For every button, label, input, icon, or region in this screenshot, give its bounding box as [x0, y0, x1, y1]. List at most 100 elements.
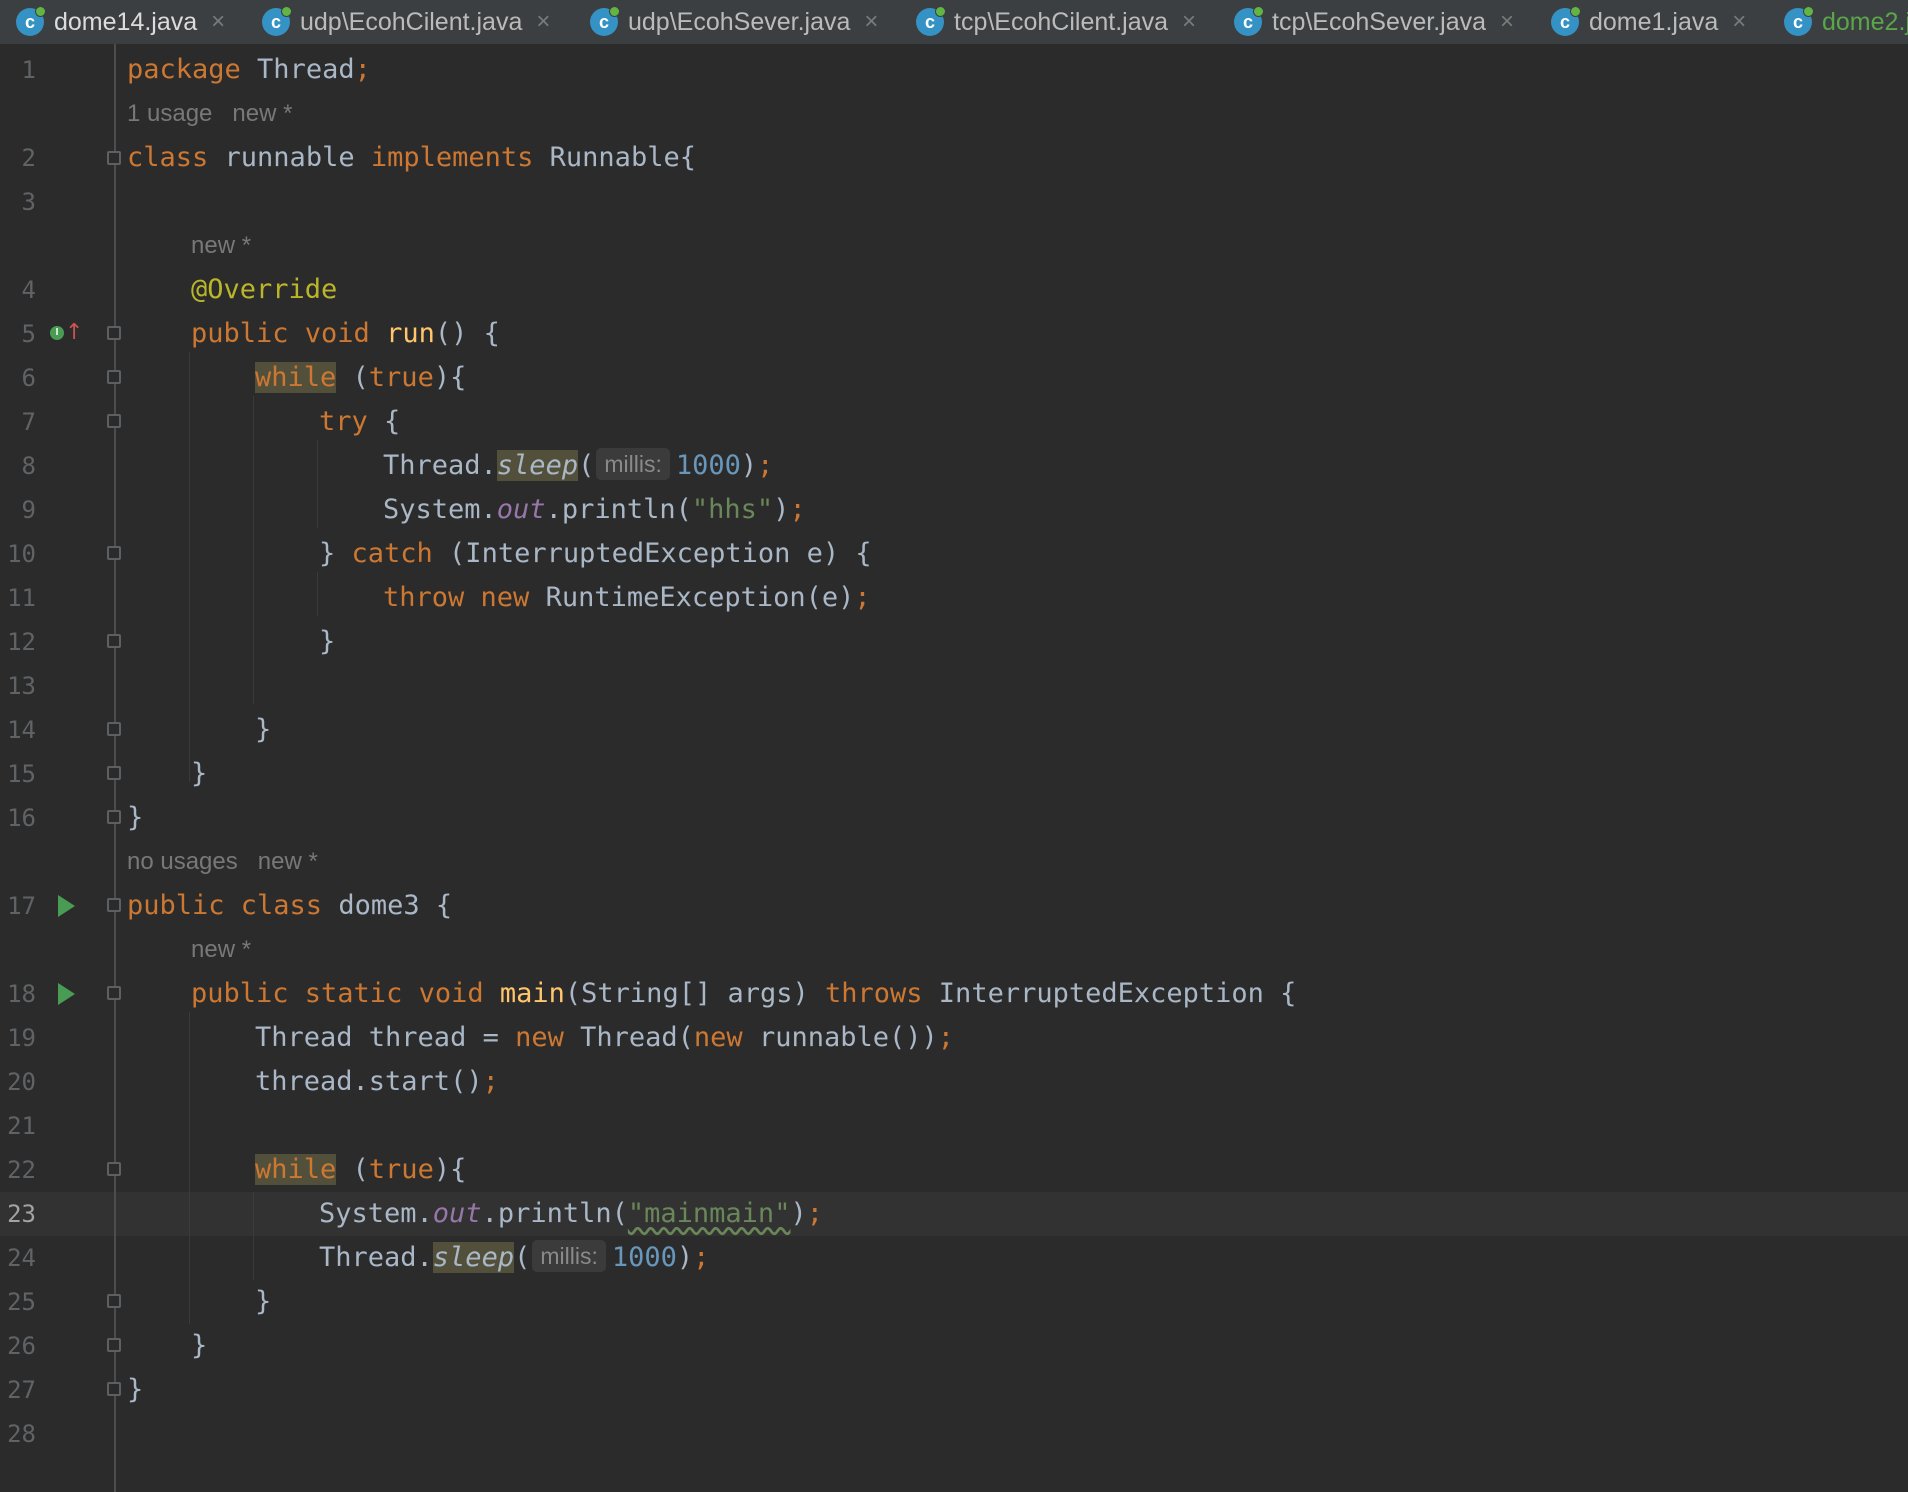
code-line[interactable]: 17 public class dome3 {: [0, 884, 1908, 928]
code-line[interactable]: 12 }: [0, 620, 1908, 664]
tab-label: udp\EcohSever.java: [628, 7, 851, 36]
usage-hint[interactable]: no usages new *: [127, 840, 318, 884]
code-line[interactable]: 8 Thread.sleep(millis: 1000);: [0, 444, 1908, 488]
code-text: public static void main(String[] args) t…: [191, 978, 1297, 1009]
close-icon[interactable]: ×: [864, 8, 878, 36]
author-hint[interactable]: new *: [191, 224, 251, 268]
code-line[interactable]: 16 }: [0, 796, 1908, 840]
code-line[interactable]: 1 package Thread;: [0, 48, 1908, 92]
line-number: 16: [7, 804, 36, 832]
line-number: 14: [7, 716, 36, 744]
tab-tcp-ecohcilent[interactable]: c tcp\EcohCilent.java ×: [916, 0, 1196, 44]
tab-udp-ecohsever[interactable]: c udp\EcohSever.java ×: [590, 0, 878, 44]
java-class-icon: c: [1784, 6, 1814, 36]
code-text: throw new RuntimeException(e);: [383, 582, 871, 613]
code-line[interactable]: 21: [0, 1104, 1908, 1148]
code-text: } catch (InterruptedException e) {: [319, 538, 872, 569]
line-number: 17: [7, 892, 36, 920]
close-icon[interactable]: ×: [1732, 8, 1746, 36]
line-number: 28: [7, 1420, 36, 1448]
line-number: 9: [21, 496, 36, 524]
code-line-current[interactable]: 23 System.out.println("mainmain");: [0, 1192, 1908, 1236]
code-line[interactable]: 26 }: [0, 1324, 1908, 1368]
inlay-hint-line: no usages new *: [0, 840, 1908, 884]
code-text: }: [127, 1374, 144, 1405]
code-line[interactable]: 2 class runnable implements Runnable{: [0, 136, 1908, 180]
tab-udp-ecohcilent[interactable]: c udp\EcohCilent.java ×: [262, 0, 550, 44]
close-icon[interactable]: ×: [1500, 8, 1514, 36]
code-text: @Override: [191, 274, 338, 305]
code-line[interactable]: 14 }: [0, 708, 1908, 752]
close-icon[interactable]: ×: [536, 8, 550, 36]
line-number: 11: [7, 584, 36, 612]
code-text: System.out.println("hhs");: [383, 494, 806, 525]
line-number: 5: [21, 320, 36, 348]
line-number: 7: [21, 408, 36, 436]
code-line[interactable]: 10 } catch (InterruptedException e) {: [0, 532, 1908, 576]
line-number: 15: [7, 760, 36, 788]
code-text: while (true){: [255, 1154, 467, 1185]
code-line[interactable]: 20 thread.start();: [0, 1060, 1908, 1104]
close-icon[interactable]: ×: [1182, 8, 1196, 36]
tab-dome2[interactable]: c dome2.j: [1784, 0, 1908, 44]
line-number: 22: [7, 1156, 36, 1184]
code-text: }: [191, 1330, 208, 1361]
line-number: 26: [7, 1332, 36, 1360]
author-hint[interactable]: new *: [191, 928, 251, 972]
line-number: 19: [7, 1024, 36, 1052]
usage-hint[interactable]: 1 usage new *: [127, 92, 292, 136]
code-line[interactable]: 9 System.out.println("hhs");: [0, 488, 1908, 532]
line-number: 20: [7, 1068, 36, 1096]
code-line[interactable]: 19 Thread thread = new Thread(new runnab…: [0, 1016, 1908, 1060]
tab-dome1[interactable]: c dome1.java ×: [1551, 0, 1746, 44]
line-number: 27: [7, 1376, 36, 1404]
code-line[interactable]: 28: [0, 1412, 1908, 1456]
java-class-icon: c: [262, 6, 292, 36]
code-line[interactable]: 11 throw new RuntimeException(e);: [0, 576, 1908, 620]
code-text: }: [319, 626, 336, 657]
line-number: 10: [7, 540, 36, 568]
code-line[interactable]: 13: [0, 664, 1908, 708]
inlay-hint-line: new *: [0, 928, 1908, 972]
code-text: Thread.sleep(millis: 1000);: [319, 1240, 710, 1273]
inlay-hint-line: new *: [0, 224, 1908, 268]
code-text: System.out.println("mainmain");: [319, 1198, 823, 1229]
code-line[interactable]: 3: [0, 180, 1908, 224]
code-line[interactable]: 18 public static void main(String[] args…: [0, 972, 1908, 1016]
code-text: thread.start();: [255, 1066, 499, 1097]
code-text: }: [127, 802, 144, 833]
java-class-icon: c: [1234, 6, 1264, 36]
tab-label: dome14.java: [54, 7, 198, 36]
code-text: public class dome3 {: [127, 890, 453, 921]
code-line[interactable]: 7 try {: [0, 400, 1908, 444]
code-line[interactable]: 25 }: [0, 1280, 1908, 1324]
code-text: Thread.sleep(millis: 1000);: [383, 448, 774, 481]
line-number: 2: [21, 144, 36, 172]
code-line[interactable]: 4 @Override: [0, 268, 1908, 312]
code-line[interactable]: 22 while (true){: [0, 1148, 1908, 1192]
code-text: package Thread;: [127, 54, 371, 85]
code-line[interactable]: 27 }: [0, 1368, 1908, 1412]
code-line[interactable]: 24 Thread.sleep(millis: 1000);: [0, 1236, 1908, 1280]
code-line[interactable]: 15 }: [0, 752, 1908, 796]
code-text: public void run() {: [191, 318, 500, 349]
tab-label: udp\EcohCilent.java: [300, 7, 523, 36]
inlay-hint-line: 1 usage new *: [0, 92, 1908, 136]
editor-tab-bar: c dome14.java × c udp\EcohCilent.java × …: [0, 0, 1908, 45]
tab-label: tcp\EcohSever.java: [1272, 7, 1487, 36]
code-line[interactable]: 6 while (true){: [0, 356, 1908, 400]
line-number: 12: [7, 628, 36, 656]
tab-tcp-ecohsever[interactable]: c tcp\EcohSever.java ×: [1234, 0, 1514, 44]
line-number: 13: [7, 672, 36, 700]
code-text: class runnable implements Runnable{: [127, 142, 696, 173]
tab-dome14[interactable]: c dome14.java ×: [16, 0, 225, 44]
tab-label: dome2.j: [1822, 7, 1908, 36]
line-number: 6: [21, 364, 36, 392]
java-class-icon: c: [16, 6, 46, 36]
java-class-icon: c: [1551, 6, 1581, 36]
code-line[interactable]: 5 public void run() {: [0, 312, 1908, 356]
close-icon[interactable]: ×: [211, 8, 225, 36]
java-class-icon: c: [590, 6, 620, 36]
code-text: try {: [319, 406, 401, 437]
line-number: 24: [7, 1244, 36, 1272]
